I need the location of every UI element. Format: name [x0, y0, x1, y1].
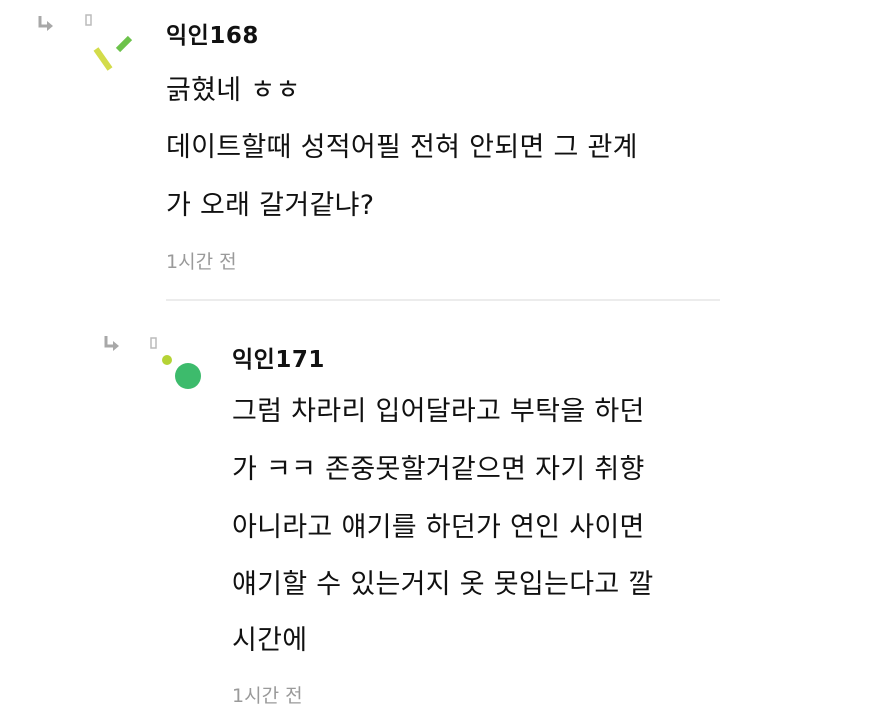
comment-text-line: 얘기할 수 있는거지 옷 못입는다고 깔 [232, 569, 654, 600]
comment-text-line: 데이트할때 성적어필 전혀 안되면 그 관계 [166, 132, 638, 163]
comment-text-line: 그럼 차라리 입어달라고 부탁을 하던 [232, 396, 645, 427]
comment-timestamp: 1시간 전 [166, 251, 237, 273]
comment-text-line: 가 ㅋㅋ 존중못할거같으면 자기 취향 [232, 454, 645, 485]
comment-text-line: 시간에 [232, 625, 308, 656]
comment-divider [166, 299, 720, 301]
comment-text-line: 긁혔네 ㅎㅎ [166, 75, 301, 106]
comment-author: 익인168 [166, 23, 259, 49]
avatar [150, 337, 201, 389]
reply-arrow-icon [104, 336, 119, 351]
comment-timestamp: 1시간 전 [232, 685, 303, 707]
comment-author: 익인171 [232, 347, 325, 373]
comment-text-line: 가 오래 갈거같냐? [166, 190, 375, 221]
comment-text-line: 아니라고 얘기를 하던가 연인 사이면 [232, 512, 645, 543]
reply-arrow-icon [38, 16, 53, 31]
avatar [85, 14, 133, 71]
